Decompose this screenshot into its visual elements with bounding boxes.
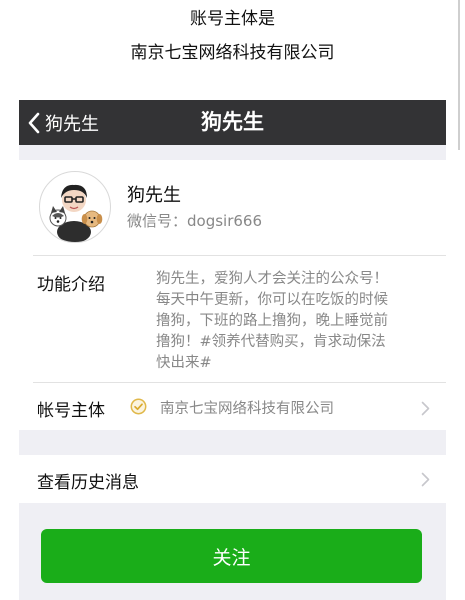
chevron-right-icon xyxy=(421,401,430,420)
chevron-right-icon xyxy=(421,472,430,491)
back-button-label: 狗先生 xyxy=(45,113,99,135)
wechat-account-profile-screen: 狗先生 狗先生 狗先生 微信号：dogsir666 功能介绍 狗先生，爱狗人才会… xyxy=(19,100,446,600)
intro-line: 快出来# xyxy=(156,355,212,371)
intro-text: 狗先生，爱狗人才会关注的公众号！ 每天中午更新，你可以在吃饭的时候 撸狗，下班的… xyxy=(156,269,426,374)
profile-card: 狗先生 微信号：dogsir666 xyxy=(19,160,446,255)
intro-label: 功能介绍 xyxy=(37,275,105,295)
navigation-bar: 狗先生 狗先生 xyxy=(19,100,446,145)
account-subject-label: 帐号主体 xyxy=(37,401,105,421)
avatar[interactable] xyxy=(39,171,111,243)
history-label: 查看历史消息 xyxy=(37,473,139,493)
intro-line: 每天中午更新，你可以在吃饭的时候 xyxy=(156,292,388,308)
back-button[interactable]: 狗先生 xyxy=(27,100,99,145)
divider xyxy=(33,255,446,256)
intro-line: 撸狗，下班的路上撸狗，晚上睡觉前 xyxy=(156,313,388,329)
page-scrollbar[interactable] xyxy=(458,0,460,150)
chevron-left-icon xyxy=(27,111,41,135)
verified-check-icon xyxy=(130,398,147,419)
intro-line: 撸狗！#领养代替购买，肯求动保法 xyxy=(156,334,386,350)
wechat-id: 微信号：dogsir666 xyxy=(127,212,263,230)
account-info-section: 功能介绍 狗先生，爱狗人才会关注的公众号！ 每天中午更新，你可以在吃饭的时候 撸… xyxy=(19,255,446,430)
header-caption-title: 账号主体是 xyxy=(190,9,275,29)
account-subject-value: 南京七宝网络科技有限公司 xyxy=(160,401,334,417)
intro-line: 狗先生，爱狗人才会关注的公众号！ xyxy=(156,271,388,287)
header-caption-company: 南京七宝网络科技有限公司 xyxy=(130,43,335,63)
follow-button[interactable]: 关注 xyxy=(41,529,422,583)
history-messages-row[interactable]: 查看历史消息 xyxy=(19,455,446,503)
account-name: 狗先生 xyxy=(127,185,181,206)
